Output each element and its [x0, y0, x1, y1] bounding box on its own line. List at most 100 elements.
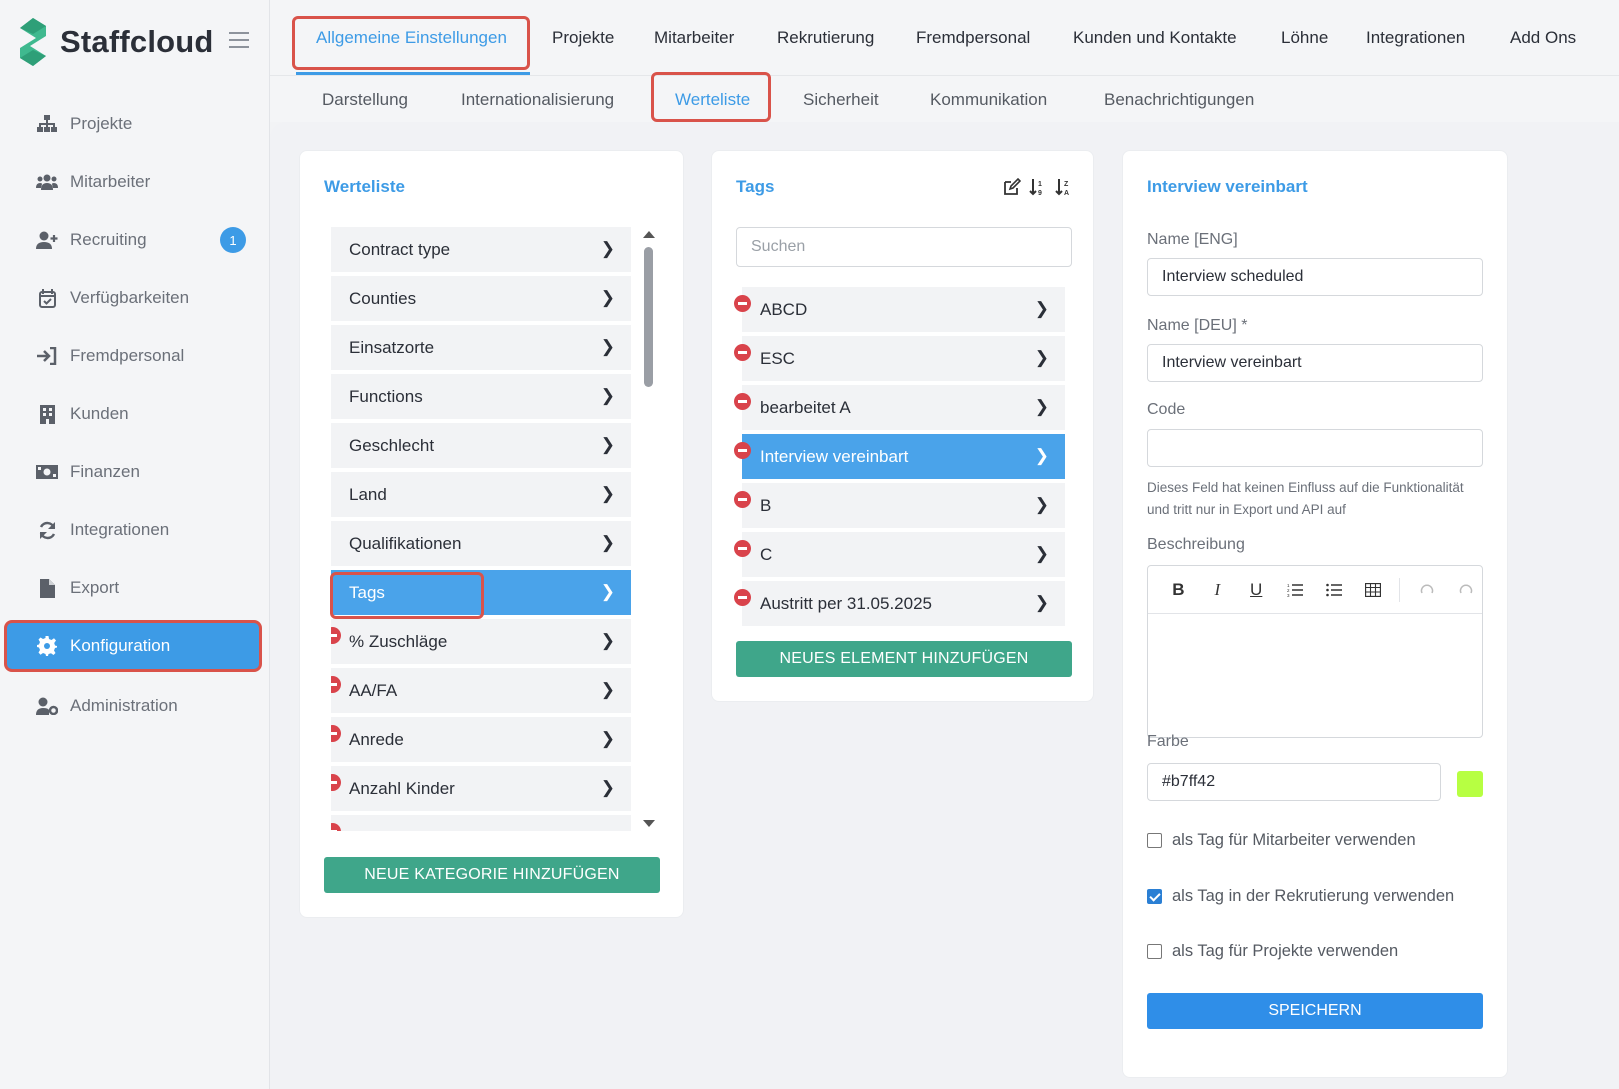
subtab-sicherheit[interactable]: Sicherheit: [803, 90, 879, 110]
tab-loehne[interactable]: Löhne: [1281, 28, 1328, 48]
remove-icon[interactable]: [734, 393, 751, 410]
add-element-button[interactable]: Neues Element hinzufügen: [736, 641, 1072, 677]
list-item[interactable]: Anrede ❯: [331, 717, 631, 762]
bold-icon[interactable]: B: [1162, 575, 1195, 605]
chevron-right-icon: ❯: [1034, 299, 1049, 318]
list-item-selected[interactable]: Interview vereinbart ❯: [734, 434, 1065, 479]
tab-mitarbeiter[interactable]: Mitarbeiter: [654, 28, 734, 48]
list-item[interactable]: Contract type ❯: [331, 227, 631, 272]
remove-icon[interactable]: [734, 442, 751, 459]
name-eng-field[interactable]: [1147, 258, 1483, 296]
checkbox-row[interactable]: als Tag für Projekte verwenden: [1147, 942, 1398, 961]
sort-descending-icon[interactable]: ZA: [1054, 177, 1074, 197]
italic-icon[interactable]: I: [1201, 575, 1234, 605]
table-icon[interactable]: [1356, 575, 1389, 605]
search-input[interactable]: [736, 227, 1072, 267]
tab-add-ons[interactable]: Add Ons: [1510, 28, 1576, 48]
sidebar-item-label: Administration: [70, 696, 178, 715]
underline-icon[interactable]: U: [1240, 575, 1273, 605]
checkbox-mitarbeiter[interactable]: [1147, 833, 1162, 848]
tab-fremdpersonal[interactable]: Fremdpersonal: [916, 28, 1030, 48]
remove-icon[interactable]: [734, 589, 751, 606]
sidebar-item-finanzen[interactable]: Finanzen: [6, 444, 260, 500]
tab-projekte[interactable]: Projekte: [552, 28, 614, 48]
remove-icon[interactable]: [331, 774, 341, 791]
sidebar-item-mitarbeiter[interactable]: Mitarbeiter: [6, 154, 260, 210]
undo-icon[interactable]: [1410, 575, 1443, 605]
subtab-internationalisierung[interactable]: Internationalisierung: [461, 90, 614, 110]
scroll-down-icon[interactable]: [643, 820, 655, 827]
description-editor[interactable]: B I U 123: [1147, 565, 1483, 738]
remove-icon[interactable]: [734, 344, 751, 361]
list-item[interactable]: AA/FA ❯: [331, 668, 631, 713]
remove-icon[interactable]: [331, 725, 341, 742]
sidebar-item-export[interactable]: Export: [6, 560, 260, 616]
subtab-benachrichtigungen[interactable]: Benachrichtigungen: [1104, 90, 1254, 110]
logo[interactable]: Staffcloud: [18, 16, 214, 68]
checkbox-row[interactable]: als Tag in der Rekrutierung verwenden: [1147, 887, 1454, 906]
save-button[interactable]: SPEICHERN: [1147, 993, 1483, 1029]
list-item[interactable]: Anzahl Kinder ❯: [331, 766, 631, 811]
remove-icon[interactable]: [331, 823, 341, 831]
remove-icon[interactable]: [734, 491, 751, 508]
list-item[interactable]: Land ❯: [331, 472, 631, 517]
sidebar-item-recruiting[interactable]: Recruiting 1: [6, 212, 260, 268]
color-field[interactable]: [1147, 763, 1441, 801]
remove-icon[interactable]: [331, 627, 341, 644]
list-item[interactable]: Einsatzorte ❯: [331, 325, 631, 370]
file-icon: [36, 577, 58, 599]
tab-rekrutierung[interactable]: Rekrutierung: [777, 28, 874, 48]
name-deu-field[interactable]: [1147, 344, 1483, 382]
list-item[interactable]: [331, 815, 631, 831]
tab-kunden-und-kontakte[interactable]: Kunden und Kontakte: [1073, 28, 1237, 48]
remove-icon[interactable]: [734, 540, 751, 557]
sidebar-item-integrationen[interactable]: Integrationen: [6, 502, 260, 558]
tab-integrationen[interactable]: Integrationen: [1366, 28, 1465, 48]
list-item[interactable]: bearbeitet A ❯: [734, 385, 1065, 430]
list-item[interactable]: % Zuschläge ❯: [331, 619, 631, 664]
list-item[interactable]: Geschlecht ❯: [331, 423, 631, 468]
sidebar-item-label: Projekte: [70, 114, 133, 133]
list-item[interactable]: Functions ❯: [331, 374, 631, 419]
subtab-kommunikation[interactable]: Kommunikation: [930, 90, 1047, 110]
list-item[interactable]: C ❯: [734, 532, 1065, 577]
checkbox-projekte[interactable]: [1147, 944, 1162, 959]
list-item[interactable]: Counties ❯: [331, 276, 631, 321]
redo-icon[interactable]: [1449, 575, 1482, 605]
list-item[interactable]: ABCD ❯: [734, 287, 1065, 332]
checkbox-row[interactable]: als Tag für Mitarbeiter verwenden: [1147, 831, 1416, 850]
sidebar-item-administration[interactable]: Administration: [6, 678, 260, 734]
remove-icon[interactable]: [734, 295, 751, 312]
scroll-thumb[interactable]: [644, 247, 653, 387]
sort-ascending-icon[interactable]: 19: [1028, 177, 1048, 197]
edit-icon[interactable]: [1002, 177, 1022, 197]
ordered-list-icon[interactable]: 123: [1279, 575, 1312, 605]
sidebar-item-kunden[interactable]: Kunden: [6, 386, 260, 442]
checkbox-rekrutierung[interactable]: [1147, 889, 1162, 904]
list-item-label: C: [760, 544, 773, 564]
list-item[interactable]: B ❯: [734, 483, 1065, 528]
users-icon: [36, 171, 58, 193]
scroll-up-icon[interactable]: [643, 231, 655, 238]
add-category-button[interactable]: Neue Kategorie hinzufügen: [324, 857, 660, 893]
menu-toggle-icon[interactable]: [229, 32, 249, 48]
sub-navigation: Darstellung Internationalisierung Wertel…: [270, 76, 1619, 122]
sidebar-item-fremdpersonal[interactable]: Fremdpersonal: [6, 328, 260, 384]
color-swatch[interactable]: [1457, 771, 1483, 797]
sidebar-item-verfuegbarkeiten[interactable]: Verfügbarkeiten: [6, 270, 260, 326]
subtab-darstellung[interactable]: Darstellung: [322, 90, 408, 110]
list-item-label: bearbeitet A: [760, 397, 851, 417]
list-item[interactable]: Austritt per 31.05.2025 ❯: [734, 581, 1065, 626]
scrollbar[interactable]: [642, 227, 655, 831]
list-item[interactable]: ESC ❯: [734, 336, 1065, 381]
sidebar-item-label: Recruiting: [70, 230, 147, 249]
sidebar-item-projekte[interactable]: Projekte: [6, 96, 260, 152]
sidebar-item-konfiguration[interactable]: Konfiguration: [4, 620, 262, 672]
list-item-label: Qualifikationen: [349, 533, 462, 553]
notification-badge: 1: [220, 227, 246, 253]
bullet-list-icon[interactable]: [1318, 575, 1351, 605]
list-item[interactable]: Qualifikationen ❯: [331, 521, 631, 566]
code-field[interactable]: [1147, 429, 1483, 467]
remove-icon[interactable]: [331, 676, 341, 693]
list-item-tags[interactable]: Tags ❯: [331, 570, 631, 615]
